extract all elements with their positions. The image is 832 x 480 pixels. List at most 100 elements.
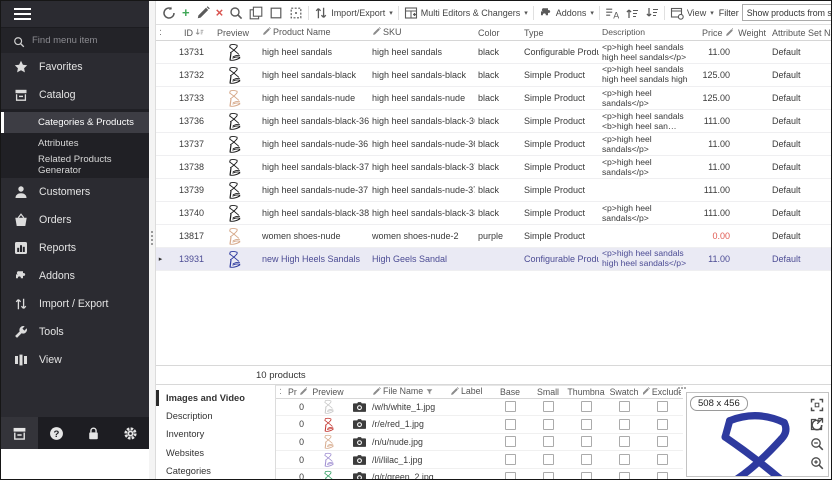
table-row[interactable]: 13733 high heel sandals-nude high heel s… bbox=[156, 87, 831, 110]
swatch-checkbox[interactable] bbox=[619, 401, 630, 412]
column-header-id[interactable]: ID bbox=[165, 28, 207, 38]
swatch-checkbox[interactable] bbox=[619, 454, 630, 465]
table-row[interactable]: ▸ 13931 new High Heels Sandals High Geel… bbox=[156, 248, 831, 271]
move-up-button[interactable] bbox=[622, 4, 642, 22]
small-checkbox[interactable] bbox=[543, 472, 554, 480]
column-header-type[interactable]: Type bbox=[521, 28, 599, 38]
column-header-position[interactable]: Pr bbox=[285, 387, 307, 397]
column-header-swatch[interactable]: Swatch bbox=[605, 387, 643, 397]
table-row[interactable]: 13732 high heel sandals-black high heel … bbox=[156, 64, 831, 87]
menu-search-input[interactable] bbox=[32, 35, 132, 46]
table-row[interactable]: 13739 high heel sandals-nude-37 high hee… bbox=[156, 179, 831, 202]
add-product-button[interactable]: + bbox=[179, 4, 193, 21]
category-filter-select[interactable]: Show products from selected categories▾ bbox=[742, 4, 831, 21]
hamburger-menu-button[interactable] bbox=[1, 1, 149, 27]
column-header-attribute-set[interactable]: Attribute Set Name bbox=[769, 28, 831, 38]
refresh-button[interactable] bbox=[159, 4, 179, 22]
table-row[interactable]: 0 /n/u/nude.jpg bbox=[276, 434, 683, 452]
tab-description[interactable]: Description bbox=[156, 407, 275, 425]
sidebar-subitem-categories-products[interactable]: Categories & Products bbox=[1, 112, 149, 133]
tab-websites[interactable]: Websites bbox=[156, 444, 275, 462]
column-header-preview[interactable]: Preview bbox=[207, 28, 259, 38]
table-row[interactable]: 0 /r/e/red_1.jpg bbox=[276, 416, 683, 434]
thumbnail-checkbox[interactable] bbox=[581, 401, 592, 412]
small-checkbox[interactable] bbox=[543, 454, 554, 465]
import-export-menu[interactable]: Import/Export▾ bbox=[311, 4, 396, 22]
rotate-icon[interactable] bbox=[810, 418, 824, 432]
small-checkbox[interactable] bbox=[543, 401, 554, 412]
sidebar-search[interactable] bbox=[1, 27, 149, 53]
column-header-weight[interactable]: Weight bbox=[733, 28, 769, 38]
column-header-exclude[interactable]: Exclude bbox=[643, 387, 681, 397]
store-icon[interactable] bbox=[1, 417, 38, 449]
column-header-label[interactable]: Label bbox=[447, 386, 491, 398]
table-row[interactable]: 13737 high heel sandals-nude-36 high hee… bbox=[156, 133, 831, 156]
swatch-checkbox[interactable] bbox=[619, 419, 630, 430]
lock-icon[interactable] bbox=[75, 417, 112, 449]
table-row[interactable]: 0 /g/r/green_2.jpg bbox=[276, 469, 683, 480]
sidebar-item-import-export[interactable]: Import / Export bbox=[1, 290, 149, 318]
tab-inventory[interactable]: Inventory bbox=[156, 425, 275, 443]
exclude-checkbox[interactable] bbox=[657, 401, 668, 412]
small-checkbox[interactable] bbox=[543, 419, 554, 430]
column-header-sku[interactable]: SKU bbox=[369, 27, 475, 39]
small-checkbox[interactable] bbox=[543, 436, 554, 447]
addons-menu[interactable]: Addons▾ bbox=[536, 4, 597, 22]
view-menu[interactable]: View▾ bbox=[667, 4, 717, 22]
sidebar-item-tools[interactable]: Tools bbox=[1, 318, 149, 346]
table-row[interactable]: 13736 high heel sandals-black-36 high he… bbox=[156, 110, 831, 133]
column-header-preview[interactable]: Preview bbox=[307, 387, 349, 397]
zoom-in-icon[interactable] bbox=[810, 456, 824, 470]
sidebar-item-reports[interactable]: Reports bbox=[1, 234, 149, 262]
paste-button[interactable] bbox=[266, 4, 286, 22]
base-checkbox[interactable] bbox=[505, 401, 516, 412]
sidebar-item-favorites[interactable]: Favorites bbox=[1, 53, 149, 81]
thumbnail-checkbox[interactable] bbox=[581, 436, 592, 447]
thumbnail-checkbox[interactable] bbox=[581, 419, 592, 430]
sidebar-item-addons[interactable]: Addons bbox=[1, 262, 149, 290]
base-checkbox[interactable] bbox=[505, 436, 516, 447]
tab-images-and-video[interactable]: Images and Video bbox=[156, 389, 275, 407]
exclude-checkbox[interactable] bbox=[657, 472, 668, 480]
exclude-checkbox[interactable] bbox=[657, 419, 668, 430]
table-row[interactable]: 0 /w/h/white_1.jpg bbox=[276, 399, 683, 417]
sidebar-item-view[interactable]: View bbox=[1, 346, 149, 374]
paste-special-button[interactable] bbox=[286, 4, 306, 22]
base-checkbox[interactable] bbox=[505, 472, 516, 480]
table-row[interactable]: 13738 high heel sandals-black-37 high he… bbox=[156, 156, 831, 179]
search-products-button[interactable] bbox=[226, 4, 246, 22]
exclude-checkbox[interactable] bbox=[657, 454, 668, 465]
thumbnail-checkbox[interactable] bbox=[581, 472, 592, 480]
column-header-base[interactable]: Base bbox=[491, 387, 529, 397]
sidebar-item-customers[interactable]: Customers bbox=[1, 178, 149, 206]
column-header-description[interactable]: Description bbox=[599, 27, 699, 37]
settings-icon[interactable] bbox=[112, 417, 149, 449]
column-header-product-name[interactable]: Product Name bbox=[259, 27, 369, 39]
multi-editors-menu[interactable]: Multi Editors & Changers▾ bbox=[401, 4, 531, 22]
base-checkbox[interactable] bbox=[505, 419, 516, 430]
column-header-color[interactable]: Color bbox=[475, 28, 521, 38]
tab-categories[interactable]: Categories bbox=[156, 462, 275, 480]
exclude-checkbox[interactable] bbox=[657, 436, 668, 447]
help-icon[interactable]: ? bbox=[38, 417, 75, 449]
swatch-checkbox[interactable] bbox=[619, 436, 630, 447]
column-header-file-name[interactable]: File Name bbox=[369, 386, 447, 398]
sidebar-item-orders[interactable]: Orders bbox=[1, 206, 149, 234]
sidebar-subitem-related-products-generator[interactable]: Related Products Generator bbox=[1, 154, 149, 175]
delete-product-button[interactable]: × bbox=[213, 4, 227, 21]
table-row[interactable]: 13731 high heel sandals high heel sandal… bbox=[156, 41, 831, 64]
table-row[interactable]: 13817 women shoes-nude women shoes-nude-… bbox=[156, 225, 831, 248]
table-row[interactable]: 0 /l/i/lilac_1.jpg bbox=[276, 451, 683, 469]
sidebar-splitter[interactable] bbox=[149, 1, 156, 479]
translate-button[interactable]: A bbox=[602, 4, 622, 22]
sidebar-item-catalog[interactable]: Catalog bbox=[1, 81, 149, 109]
sidebar-subitem-attributes[interactable]: Attributes bbox=[1, 133, 149, 154]
column-header-price[interactable]: Price bbox=[699, 28, 733, 38]
base-checkbox[interactable] bbox=[505, 454, 516, 465]
thumbnail-checkbox[interactable] bbox=[581, 454, 592, 465]
edit-product-button[interactable] bbox=[193, 4, 213, 22]
fullscreen-icon[interactable] bbox=[810, 398, 824, 412]
swatch-checkbox[interactable] bbox=[619, 472, 630, 480]
table-row[interactable]: 13740 high heel sandals-black-38 high he… bbox=[156, 202, 831, 225]
zoom-out-icon[interactable] bbox=[810, 437, 824, 451]
